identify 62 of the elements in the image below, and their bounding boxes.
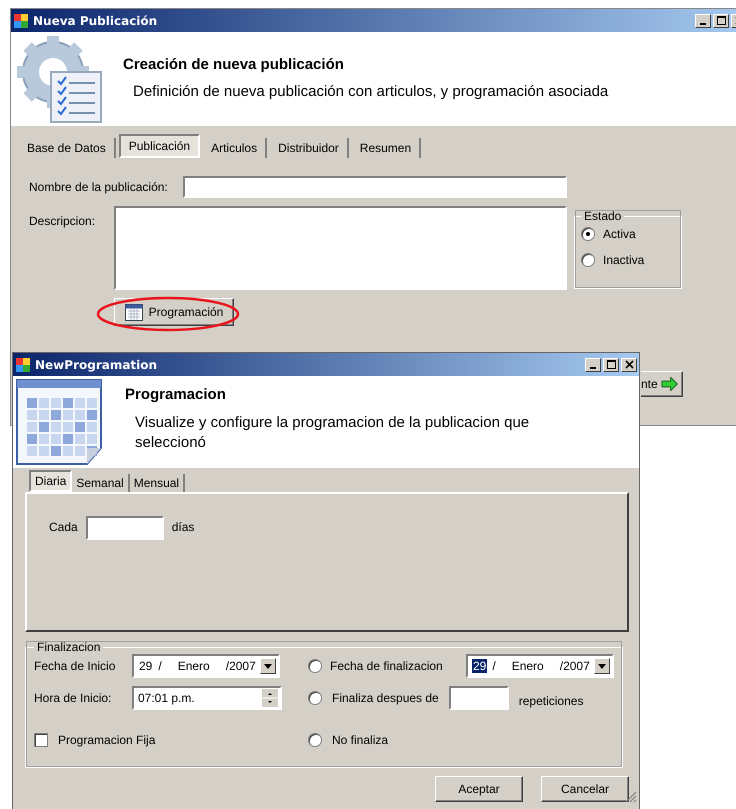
tab[interactable]: Mensual — [130, 474, 186, 492]
time-field[interactable]: 07:01 p.m. — [132, 686, 282, 710]
field-label: Hora de Inicio: — [34, 691, 112, 705]
spinner-icon[interactable] — [262, 689, 278, 707]
window-title: NewProgramation — [35, 358, 158, 372]
field-label: repeticiones — [518, 693, 584, 708]
programacion-button[interactable]: Programación — [114, 298, 234, 326]
maximize-icon — [606, 360, 616, 369]
field-label: Fecha de Inicio — [34, 659, 116, 673]
tab[interactable]: Diaria — [29, 470, 72, 492]
radio-button[interactable] — [581, 227, 595, 241]
tab[interactable]: Resumen — [352, 138, 422, 158]
resize-grip-icon[interactable] — [625, 791, 637, 803]
maximize-icon — [716, 16, 726, 25]
repetitions-field[interactable] — [448, 686, 509, 710]
minimize-button[interactable] — [695, 14, 711, 28]
field-label: Cada — [49, 519, 78, 534]
radio-label: Fecha de finalizacion — [330, 659, 444, 673]
date-picker[interactable]: 29 / Enero /2007 — [466, 654, 614, 678]
header-title: Programacion — [125, 386, 227, 403]
close-button[interactable] — [621, 358, 637, 372]
calendar-icon — [124, 304, 143, 320]
close-icon — [624, 360, 634, 369]
field-label: Descripcion: — [29, 213, 96, 228]
header-title: Creación de nueva publicación — [123, 56, 345, 73]
radio-label: Inactiva — [603, 253, 644, 267]
checkbox-label: Programacion Fija — [58, 733, 156, 747]
arrow-right-icon — [660, 377, 678, 391]
field-label: Nombre de la publicación: — [29, 180, 169, 194]
group-title: Estado — [583, 209, 622, 223]
next-button[interactable]: nte — [641, 371, 683, 397]
tab[interactable]: Base de Datos — [19, 138, 116, 158]
header-subtitle: Definición de nueva publicación con articulos, y programación asociada — [132, 83, 608, 100]
minimize-icon — [700, 22, 706, 24]
minimize-icon — [590, 366, 596, 368]
group-title: Finalizacion — [36, 640, 102, 654]
maximize-button[interactable] — [603, 358, 619, 372]
date-picker[interactable]: 29 / Enero /2007 — [132, 654, 280, 678]
radio-label: No finaliza — [332, 733, 388, 747]
window-title: Nueva Publicación — [33, 14, 158, 28]
radio-label: Activa — [603, 227, 636, 241]
tab[interactable]: Articulos — [203, 138, 268, 158]
field-label: días — [172, 519, 194, 534]
app-icon — [13, 12, 29, 28]
description-field[interactable] — [114, 206, 567, 290]
minimize-button[interactable] — [585, 358, 601, 372]
radio-button[interactable] — [308, 733, 322, 747]
name-field[interactable] — [183, 176, 567, 198]
radio-label: Finaliza despues de — [332, 691, 439, 705]
header-subtitle: Visualize y configure la programacion de la publicacion que seleccionó — [134, 413, 530, 453]
radio-button[interactable] — [308, 691, 322, 705]
checkbox[interactable] — [34, 733, 48, 747]
tab[interactable]: Distribuidor — [270, 138, 349, 158]
tab[interactable]: Semanal — [72, 474, 130, 492]
radio-button[interactable] — [308, 659, 322, 673]
dialog-button[interactable]: Aceptar — [435, 776, 523, 802]
maximize-button[interactable] — [713, 14, 729, 28]
radio-button[interactable] — [581, 253, 595, 267]
app-icon — [15, 356, 31, 372]
dialog-button[interactable]: Cancelar — [541, 776, 629, 802]
days-field[interactable] — [86, 516, 164, 540]
tab[interactable]: Publicación — [118, 134, 200, 158]
